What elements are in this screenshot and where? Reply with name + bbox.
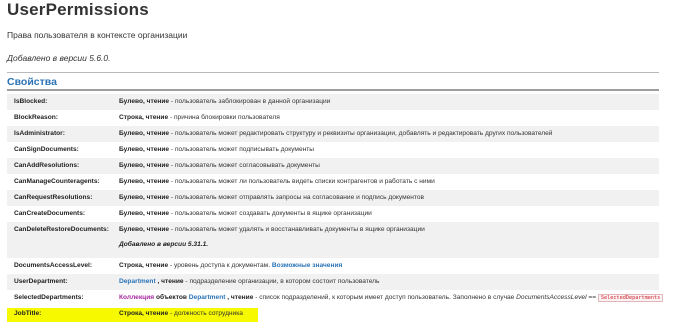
- operator-text: ==: [586, 294, 598, 301]
- property-name: CanAddResolutions:: [14, 162, 80, 169]
- property-description: Булево, чтение - пользователь может согл…: [119, 162, 659, 169]
- property-name: UserDepartment:: [14, 278, 68, 285]
- property-text: - пользователь может отправлять запросы …: [169, 194, 425, 201]
- property-text: - подразделение организации, в котором с…: [183, 278, 380, 285]
- property-name: BlockReason:: [14, 114, 58, 121]
- property-text: - пользователь может удалять и восстанав…: [169, 226, 425, 233]
- property-type: Строка, чтение: [119, 114, 169, 121]
- property-type: Булево, чтение: [119, 178, 170, 185]
- property-description: Булево, чтение - пользователь может созд…: [119, 210, 659, 217]
- property-name: CanSignDocuments:: [14, 146, 79, 153]
- property-description: Булево, чтение - пользователь может удал…: [119, 226, 659, 248]
- property-row-jobtitle: JobTitle: Строка, чтение - должность сот…: [7, 306, 659, 322]
- property-text: - уровень доступа к документам.: [168, 262, 272, 269]
- property-name: CanRequestResolutions:: [14, 194, 93, 201]
- divider: [7, 72, 659, 73]
- emphasis-text: DocumentsAccessLevel: [516, 294, 587, 301]
- property-name: IsAdministrator:: [14, 130, 65, 137]
- property-text: - пользователь заблокирован в данной орг…: [169, 98, 331, 105]
- property-name: SelectedDepartments:: [14, 294, 84, 301]
- possible-values-link[interactable]: Возможные значения: [272, 262, 342, 269]
- property-description: Булево, чтение - пользователь может отпр…: [119, 194, 659, 201]
- property-name: DocumentsAccessLevel:: [14, 262, 93, 269]
- page-title: UserPermissions: [7, 0, 149, 19]
- property-text: - список подразделений, к которым имеет …: [253, 294, 517, 301]
- property-type: Булево, чтение: [119, 226, 170, 233]
- objects-text: объектов: [154, 294, 189, 301]
- code-literal: SelectedDepartments: [597, 294, 664, 302]
- version-added-note: Добавлено в версии 5.31.1.: [119, 241, 209, 248]
- property-description: Булево, чтение - пользователь может подп…: [119, 146, 659, 153]
- property-type: , чтение: [225, 294, 254, 301]
- property-row-isadministrator: IsAdministrator: Булево, чтение - пользо…: [7, 126, 659, 142]
- property-text: - пользователь может создавать документы…: [169, 210, 372, 217]
- property-description: Булево, чтение - пользователь может реда…: [119, 130, 659, 137]
- property-description: Строка, чтение - уровень доступа к докум…: [119, 262, 659, 269]
- property-text: - пользователь может редактировать струк…: [169, 130, 553, 137]
- property-row-blockreason: BlockReason: Строка, чтение - причина бл…: [7, 110, 659, 126]
- property-type: Булево, чтение: [119, 146, 170, 153]
- property-row-canrequestresolutions: CanRequestResolutions: Булево, чтение - …: [7, 190, 659, 206]
- property-type: Булево, чтение: [119, 98, 170, 105]
- property-row-cancreatedocuments: CanCreateDocuments: Булево, чтение - пол…: [7, 206, 659, 222]
- property-row-selecteddepartments: SelectedDepartments: Коллекция объектов …: [7, 290, 664, 306]
- property-description: Коллекция объектов Department , чтение -…: [119, 294, 664, 302]
- property-row-cansigndocuments: CanSignDocuments: Булево, чтение - польз…: [7, 142, 659, 158]
- property-text: - причина блокировки пользователя: [168, 114, 280, 121]
- property-type: Строка, чтение: [119, 310, 169, 317]
- property-description: Строка, чтение - должность сотрудника: [119, 310, 659, 317]
- property-row-isblocked: IsBlocked: Булево, чтение - пользователь…: [7, 94, 659, 110]
- section-title: Свойства: [7, 76, 57, 88]
- property-description: Строка, чтение - причина блокировки поль…: [119, 114, 659, 121]
- version-note: Добавлено в версии 5.6.0.: [7, 53, 111, 63]
- property-name: CanManageCounteragents:: [14, 178, 100, 185]
- property-text: - пользователь может подписывать докумен…: [169, 146, 315, 153]
- department-link[interactable]: Department: [189, 294, 226, 301]
- property-type: , чтение: [155, 278, 184, 285]
- property-type: Булево, чтение: [119, 130, 170, 137]
- property-row-userdepartment: UserDepartment: Department , чтение - по…: [7, 274, 659, 290]
- collection-link[interactable]: Коллекция: [119, 294, 154, 301]
- property-row-canmanagecounteragents: CanManageCounteragents: Булево, чтение -…: [7, 174, 659, 190]
- property-type: Булево, чтение: [119, 210, 170, 217]
- property-description: Булево, чтение - пользователь может ли п…: [119, 178, 659, 185]
- property-text: - пользователь может ли пользователь вид…: [169, 178, 435, 185]
- property-type: Булево, чтение: [119, 162, 170, 169]
- property-text: - должность сотрудника: [168, 310, 243, 317]
- property-name: CanDeleteRestoreDocuments:: [14, 226, 109, 233]
- property-name: JobTitle:: [14, 310, 42, 317]
- property-description: Булево, чтение - пользователь заблокиров…: [119, 98, 659, 105]
- page-description: Права пользователя в контексте организац…: [7, 30, 188, 40]
- property-type: Строка, чтение: [119, 262, 169, 269]
- property-row-documentsaccesslevel: DocumentsAccessLevel: Строка, чтение - у…: [7, 258, 659, 274]
- property-name: IsBlocked:: [14, 98, 48, 105]
- property-type: Булево, чтение: [119, 194, 170, 201]
- divider: [7, 89, 659, 91]
- properties-table: IsBlocked: Булево, чтение - пользователь…: [7, 94, 664, 322]
- department-link[interactable]: Department: [119, 278, 156, 285]
- property-name: CanCreateDocuments:: [14, 210, 86, 217]
- property-description: Department , чтение - подразделение орга…: [119, 278, 659, 285]
- property-row-canaddresolutions: CanAddResolutions: Булево, чтение - поль…: [7, 158, 659, 174]
- property-text: - пользователь может согласовывать докум…: [169, 162, 320, 169]
- property-row-candeleterestoredocuments: CanDeleteRestoreDocuments: Булево, чтени…: [7, 222, 659, 258]
